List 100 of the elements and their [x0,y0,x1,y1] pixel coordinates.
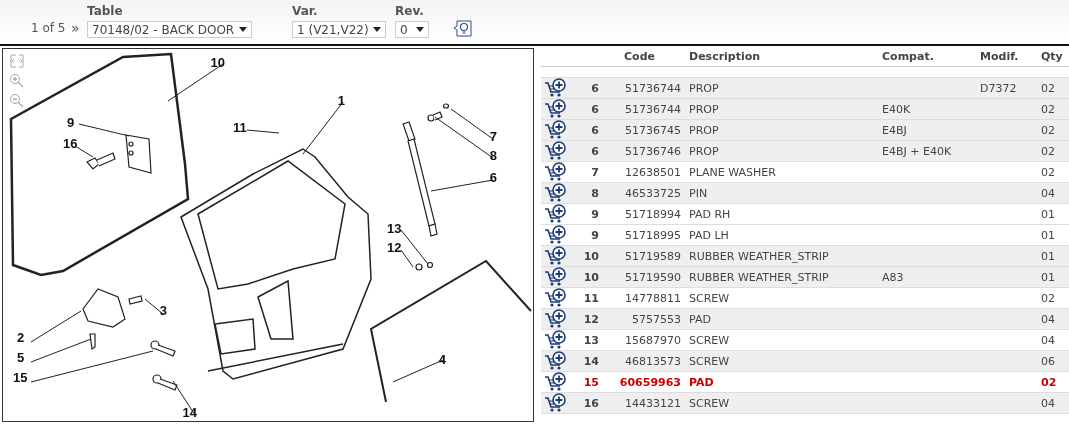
table-cell-text: 8 [590,186,599,200]
table-cell-text: 14433121 [624,396,681,410]
add-to-cart-icon[interactable] [544,267,566,287]
pad-drawing [125,134,152,174]
table-cell-text: SCREW [689,354,731,368]
column-header: Qty [1041,49,1064,63]
table-cell-text: 15687970 [624,333,681,347]
hinge-drawing [82,288,143,351]
callout-number: 8 [489,148,497,163]
table-cell-text: 7 [590,165,599,179]
caret-icon [239,27,247,32]
column-header: Description [689,49,762,63]
table-cell-text: PROP [689,102,720,116]
table-cell-text: 02 [1041,102,1056,116]
table-cell-text: PROP [689,123,720,137]
table-cell-text: PAD [689,312,712,326]
callout-number: 13 [387,221,402,236]
callout-number: 5 [17,350,25,365]
pin-drawing [427,103,450,122]
table-cell-text: 16 [582,396,599,410]
callout-number: 3 [159,303,167,318]
table-cell-text: 11 [582,291,599,305]
table-label: Table [87,4,124,18]
table-cell-text: 15 [582,375,599,389]
table-cell-text: 01 [1041,270,1056,284]
table-cell-text: 04 [1041,396,1056,410]
next-page-link[interactable]: » [71,20,87,36]
caret-icon [416,27,424,32]
callout-number: 9 [67,115,75,130]
add-to-cart-icon[interactable] [544,183,566,203]
table-cell-text: 9 [590,228,599,242]
callout-number: 12 [387,240,402,255]
table-cell-text: 13 [582,333,599,347]
table-cell-text: E4BJ [882,123,908,137]
add-to-cart-icon[interactable] [544,393,566,413]
callout-number: 10 [210,55,225,70]
table-cell-text: RUBBER WEATHER_STRIP [689,270,830,284]
add-to-cart-icon[interactable] [544,120,566,140]
table-cell-text: D7372 [980,81,1018,95]
column-header: Compat. [882,49,935,63]
table-cell-text: 06 [1041,354,1056,368]
callout-number: 7 [489,129,497,144]
table-cell-text: PLANE WASHER [689,165,777,179]
table-cell-text: 51736746 [624,144,681,158]
table-cell-text: A83 [882,270,905,284]
table-cell-text: 02 [1041,375,1058,389]
add-to-cart-icon[interactable] [544,225,566,245]
add-to-cart-icon[interactable] [544,351,566,371]
table-cell-text: 6 [590,81,599,95]
revision-select[interactable]: 0 [395,21,429,38]
lightbulb-icon[interactable] [454,20,472,37]
add-to-cart-icon[interactable] [544,246,566,266]
table-cell-text: 6 [590,102,599,116]
add-to-cart-icon[interactable] [544,330,566,350]
table-select[interactable]: 70148/02 - BACK DOOR [87,21,252,38]
revision-label: Rev. [395,4,425,18]
table-cell-text: 9 [590,207,599,221]
table-cell-text: 46533725 [624,186,681,200]
table-cell-text: 02 [1041,81,1056,95]
table-cell-text: 51736744 [624,102,681,116]
add-to-cart-icon[interactable] [544,372,566,392]
table-cell-text: SCREW [689,291,731,305]
table-cell-text: 51718995 [624,228,681,242]
table-cell-text: SCREW [689,333,731,347]
add-to-cart-icon[interactable] [544,99,566,119]
variant-label: Var. [292,4,319,18]
table-cell-text: PAD RH [689,207,732,221]
table-cell-text: 04 [1041,333,1056,347]
callout-number: 15 [13,370,28,385]
callout-number: 16 [63,136,78,151]
add-to-cart-icon[interactable] [544,288,566,308]
leader-line [172,380,196,416]
table-cell-text: 01 [1041,228,1056,242]
table-cell-text: RUBBER WEATHER_STRIP [689,249,830,263]
table-cell-text: E4BJ + E40K [882,144,953,158]
caret-icon [373,27,381,32]
bolt-drawing [86,152,116,170]
add-to-cart-icon[interactable] [544,162,566,182]
leader-line [30,310,82,343]
table-cell-text: 5757553 [631,312,681,326]
table-cell-text: 02 [1041,123,1056,137]
table-cell-text: 01 [1041,207,1056,221]
table-cell-text: 51736744 [624,81,681,95]
add-to-cart-icon[interactable] [544,141,566,161]
table-cell-text: 46813573 [624,354,681,368]
table-cell-text: 51719590 [624,270,681,284]
add-to-cart-icon[interactable] [544,309,566,329]
column-header: Code [623,49,656,63]
table-cell-text: PAD LH [689,228,730,242]
table-cell-text: 6 [590,144,599,158]
table-cell-text: 04 [1041,186,1056,200]
variant-select[interactable]: 1 (V21,V22) [292,21,386,38]
table-cell-text: PIN [689,186,709,200]
add-to-cart-icon[interactable] [544,78,566,98]
table-cell-text: 51718994 [624,207,681,221]
leader-line [246,129,280,134]
table-cell-text: PROP [689,81,720,95]
add-to-cart-icon[interactable] [544,204,566,224]
table-cell-text: 6 [590,123,599,137]
table-cell-text: PROP [689,144,720,158]
